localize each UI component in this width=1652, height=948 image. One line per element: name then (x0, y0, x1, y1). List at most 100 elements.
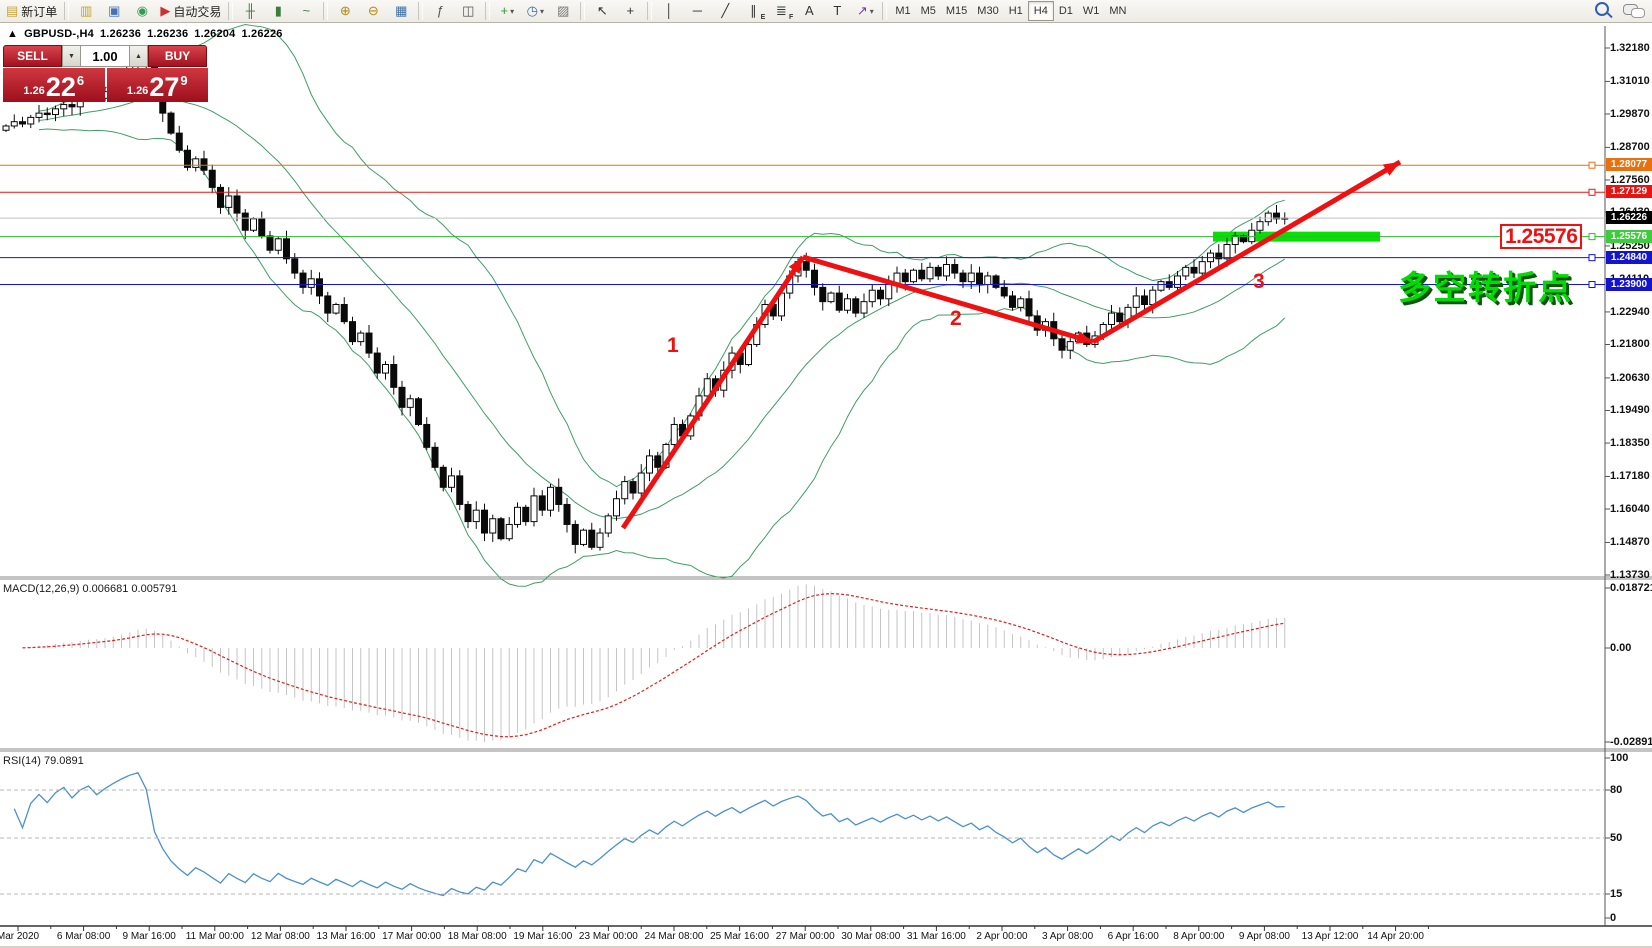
buy-button[interactable]: BUY (148, 45, 207, 67)
panel-splitter-macd[interactable] (0, 575, 1652, 580)
current-price-badge: 1.26226 (1606, 211, 1652, 224)
candle-body (746, 344, 752, 364)
fibonacci-button[interactable]: ≣F (768, 0, 794, 22)
bollinger-band-line (39, 98, 1285, 518)
timeframe-m15-button[interactable]: M15 (941, 2, 972, 20)
timeframe-m5-button[interactable]: M5 (916, 2, 941, 20)
line-chart-button[interactable]: ~ (293, 0, 319, 22)
new-chart-button[interactable]: +▾ (494, 0, 520, 22)
ohlc-open: 1.26236 (100, 28, 141, 40)
indicator-windows-button[interactable]: ◫ (455, 0, 481, 22)
market-watch-button[interactable]: ▥ (73, 0, 99, 22)
candlestick-chart-button[interactable]: ▮ (265, 0, 291, 22)
sell-button[interactable]: SELL (3, 45, 62, 67)
horizontal-line-button[interactable]: ─ (684, 0, 710, 22)
buy-price-box[interactable]: 1.26 27 9 (107, 68, 209, 102)
label-button[interactable]: T (824, 0, 850, 22)
date-tick-label: 24 Mar 08:00 (645, 931, 704, 942)
timeframe-mn-button[interactable]: MN (1104, 2, 1131, 20)
candle-body (3, 126, 9, 130)
timeframe-h1-button[interactable]: H1 (1004, 2, 1028, 20)
autotrading-icon: ▶ (160, 2, 170, 20)
trendline-button[interactable]: ╱ (712, 0, 738, 22)
date-tick-label: 17 Mar 00:00 (382, 931, 441, 942)
rsi-label: RSI(14) 79.0891 (3, 755, 84, 767)
candle-body (548, 487, 554, 510)
candle-body (935, 267, 941, 276)
candle-body (828, 293, 834, 302)
trend-arrow-line-3[interactable] (1093, 162, 1400, 342)
arrows-button[interactable]: ↗▾ (852, 0, 878, 22)
zoom-in-button[interactable]: ⊕ (332, 0, 358, 22)
rsi-axis-label: 50 (1610, 832, 1622, 844)
indicators-button[interactable]: ƒ (427, 0, 453, 22)
candle-body (1232, 236, 1238, 245)
periodicity-button[interactable]: ◷▾ (522, 0, 548, 22)
candle-body (465, 504, 471, 521)
vertical-line-button[interactable]: │ (656, 0, 682, 22)
hline-handle[interactable] (1589, 162, 1595, 168)
candle-body (803, 262, 809, 271)
templates-button[interactable]: ▨ (550, 0, 576, 22)
search-button[interactable] (1595, 2, 1609, 21)
candlestick-chart-icon: ▮ (275, 2, 282, 20)
date-tick-label: 9 Mar 16:00 (123, 931, 176, 942)
panel-splitter-rsi[interactable] (0, 747, 1652, 752)
sell-price-box[interactable]: 1.26 22 6 (3, 68, 105, 102)
zoom-in-icon: ⊕ (340, 2, 351, 20)
cursor-icon: ↖ (597, 2, 608, 20)
candle-body (1265, 213, 1271, 222)
wave-label-2: 2 (950, 307, 962, 330)
volume-decrease-button[interactable]: ▼ (62, 45, 81, 67)
hline-handle[interactable] (1589, 255, 1595, 261)
candle-body (284, 239, 290, 259)
candle-body (28, 117, 34, 124)
horizontal-line-icon: ─ (693, 2, 702, 20)
candle-body (366, 333, 372, 353)
candle-body (36, 113, 42, 117)
autotrading-button[interactable]: ▶自动交易 (157, 0, 224, 22)
candle-body (308, 279, 314, 288)
chat-button[interactable] (1623, 2, 1638, 20)
price-callout[interactable]: 1.25576 (1500, 224, 1582, 249)
tile-windows-button[interactable]: ▦ (388, 0, 414, 22)
level-price-badge: 1.25576 (1606, 230, 1652, 243)
sell-price-sup: 6 (77, 73, 84, 88)
timeframe-d1-button[interactable]: D1 (1054, 2, 1078, 20)
data-window-button[interactable]: ▣ (101, 0, 127, 22)
toolbar-separator (228, 2, 233, 20)
timeframe-h4-button[interactable]: H4 (1028, 1, 1054, 21)
volume-input[interactable] (81, 45, 129, 67)
date-tick-label: 18 Mar 08:00 (448, 931, 507, 942)
cursor-button[interactable]: ↖ (589, 0, 615, 22)
toolbar-separator (647, 2, 652, 20)
candle-body (226, 196, 232, 207)
channel-button[interactable]: ∥E (740, 0, 766, 22)
candle-body (506, 524, 512, 538)
timeframe-m30-button[interactable]: M30 (972, 2, 1003, 20)
chart-canvas[interactable]: 123 (0, 0, 1652, 948)
date-tick-label: 31 Mar 16:00 (907, 931, 966, 942)
turning-point-note[interactable]: 多空转折点 (1398, 261, 1573, 309)
text-button[interactable]: A (796, 0, 822, 22)
trend-arrow-line-1[interactable] (623, 257, 803, 528)
candle-body (440, 467, 446, 487)
crosshair-button[interactable]: + (617, 0, 643, 22)
hline-handle[interactable] (1589, 189, 1595, 195)
date-tick-label: 8 Apr 00:00 (1173, 931, 1224, 942)
buy-price-big: 27 (149, 74, 179, 100)
volume-increase-button[interactable]: ▲ (129, 45, 148, 67)
signals-button[interactable]: ◉ (129, 0, 155, 22)
indicators-icon: ƒ (437, 2, 444, 20)
icon-sub-letter: E (761, 14, 766, 21)
bar-chart-button[interactable]: ╫ (237, 0, 263, 22)
hline-handle[interactable] (1589, 282, 1595, 288)
new-order-button[interactable]: ▤新订单 (3, 0, 60, 22)
zoom-out-button[interactable]: ⊖ (360, 0, 386, 22)
hline-handle[interactable] (1589, 234, 1595, 240)
candle-body (61, 105, 67, 109)
timeframe-w1-button[interactable]: W1 (1078, 2, 1105, 20)
candle-body (902, 273, 908, 282)
text-icon: A (805, 2, 814, 20)
timeframe-m1-button[interactable]: M1 (890, 2, 915, 20)
